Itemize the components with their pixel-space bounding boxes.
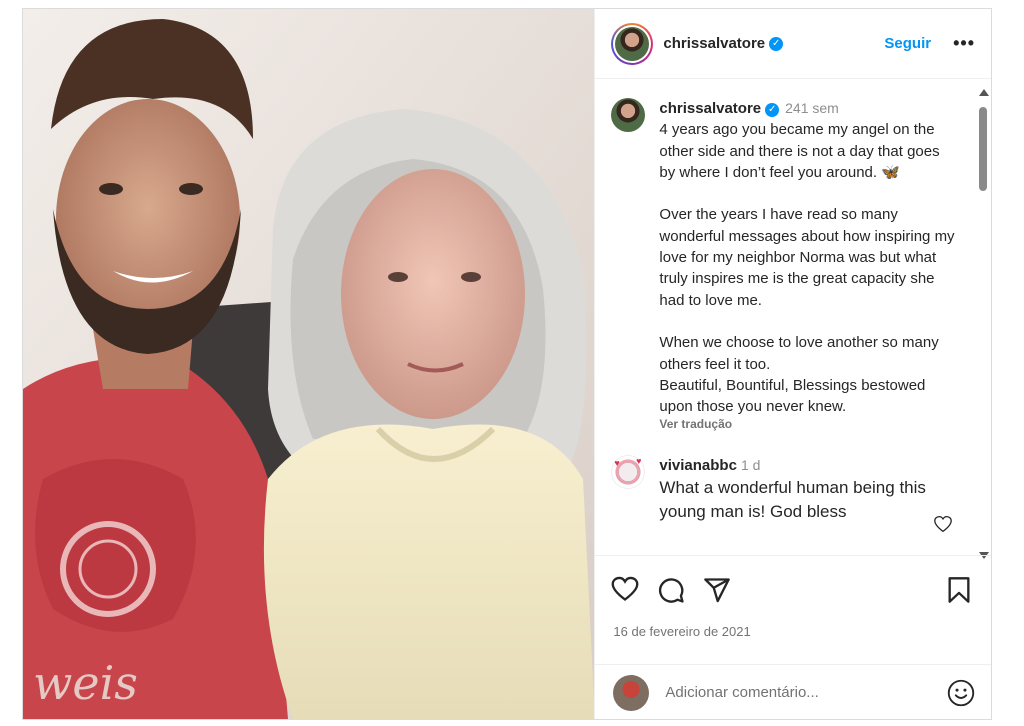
post-side-panel: chrissalvatore ✓ Seguir ••• chrissalvato… [594, 9, 991, 719]
smiley-icon[interactable] [947, 679, 975, 707]
verified-badge-icon: ✓ [765, 103, 780, 117]
current-user-avatar[interactable] [613, 674, 650, 711]
post-header: chrissalvatore ✓ Seguir ••• [595, 9, 991, 79]
post-caption: chrissalvatore ✓ 241 sem 4 years ago you b… [595, 80, 991, 431]
share-icon[interactable] [703, 576, 731, 604]
comment-icon[interactable] [657, 576, 685, 604]
story-ring[interactable] [611, 22, 654, 65]
verified-badge-icon: ✓ [769, 36, 784, 51]
caption-username[interactable]: chrissalvatore [659, 100, 761, 117]
post-actions: 16 de fevereiro de 2021 [595, 555, 991, 674]
post-dialog: weis chrissalvatore ✓ Seguir ••• chrissa… [22, 8, 992, 720]
svg-text:weis: weis [33, 656, 138, 710]
photo-illustration: weis [23, 9, 595, 719]
comment-timestamp[interactable]: 1 d [741, 457, 760, 473]
post-photo[interactable]: weis [23, 9, 595, 719]
scrollbar[interactable] [977, 89, 989, 559]
follow-button[interactable]: Seguir [884, 35, 931, 52]
comment-item: vivianabbc1 d What a wonderful human bei… [595, 431, 991, 533]
comment-like-heart-icon[interactable] [933, 515, 953, 533]
commenter-avatar[interactable] [611, 455, 646, 490]
post-date[interactable]: 16 de fevereiro de 2021 [613, 624, 750, 639]
heart-icon[interactable] [611, 576, 639, 602]
comment-text: What a wonderful human being this young … [659, 478, 926, 522]
more-options-icon[interactable]: ••• [953, 33, 975, 54]
add-comment-bar: Adicionar comentário... [595, 664, 991, 720]
commenter-username[interactable]: vivianabbc [659, 457, 737, 474]
author-username[interactable]: chrissalvatore [663, 35, 765, 52]
caption-text: 4 years ago you became my angel on the o… [659, 121, 955, 416]
scrollbar-thumb[interactable] [979, 107, 987, 191]
bookmark-icon[interactable] [947, 576, 971, 604]
caption-avatar[interactable] [611, 98, 646, 132]
caption-timestamp[interactable]: 241 sem [785, 100, 839, 116]
comments-scroll-area[interactable]: chrissalvatore ✓ 241 sem 4 years ago you b… [595, 80, 991, 554]
author-avatar[interactable] [615, 26, 650, 61]
scroll-up-arrow-icon[interactable] [979, 89, 989, 96]
see-translation-link[interactable]: Ver tradução [659, 417, 959, 431]
add-comment-input[interactable]: Adicionar comentário... [665, 684, 818, 701]
